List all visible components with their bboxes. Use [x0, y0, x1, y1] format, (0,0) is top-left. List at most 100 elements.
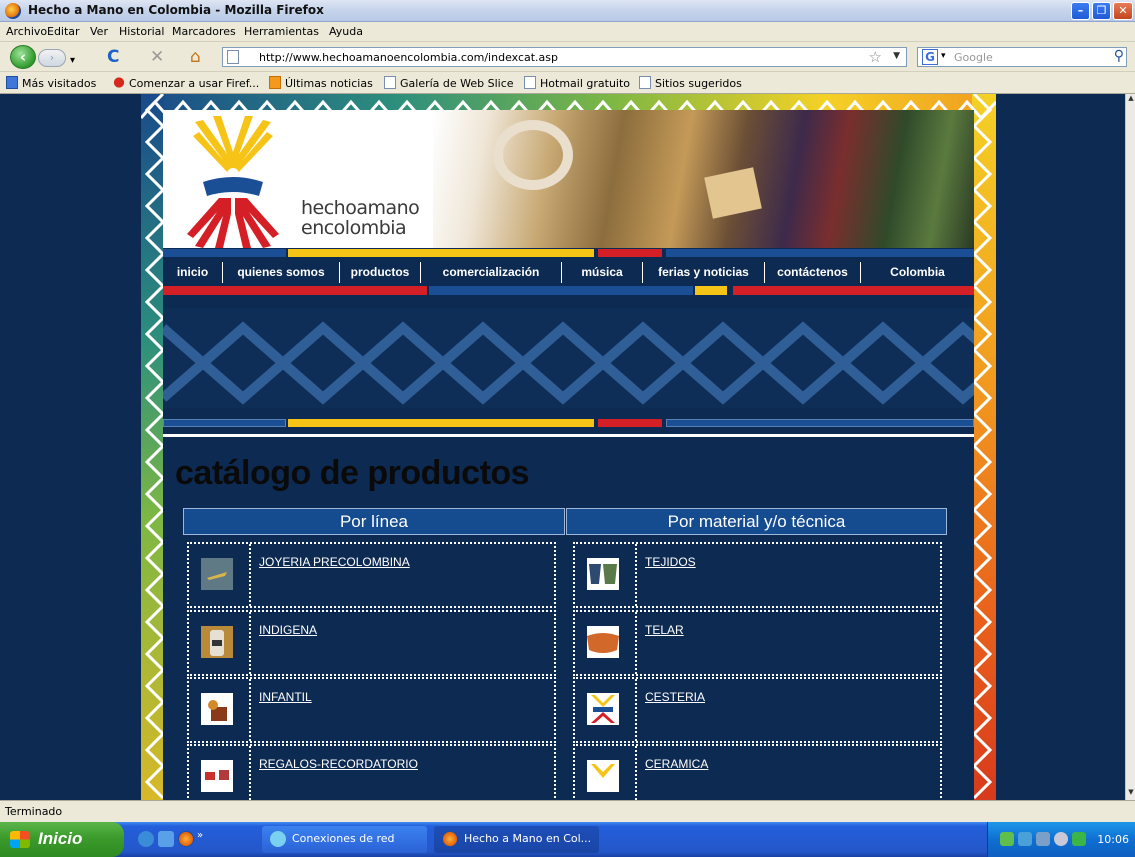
- nav-comercializacion[interactable]: comercialización: [421, 262, 562, 283]
- nav-quienes-somos[interactable]: quienes somos: [223, 262, 340, 283]
- rss-icon: [269, 76, 281, 89]
- textiles-thumbnail[interactable]: [587, 558, 619, 590]
- nav-ferias-noticias[interactable]: ferias y noticias: [643, 262, 765, 283]
- tray-icon-display[interactable]: [1036, 832, 1050, 846]
- catalog-item-telar[interactable]: TELAR: [573, 610, 942, 676]
- bookmark-star-icon[interactable]: ☆: [869, 48, 882, 66]
- bookmark-ultimas-noticias[interactable]: Últimas noticias: [269, 76, 373, 90]
- search-engine-icon[interactable]: G: [922, 49, 938, 65]
- tray-icon-network[interactable]: [1000, 832, 1014, 846]
- vertical-scrollbar[interactable]: ▲ ▼: [1125, 94, 1135, 800]
- tray-icon-monitor[interactable]: [1018, 832, 1032, 846]
- minimize-button[interactable]: –: [1071, 2, 1090, 20]
- bookmark-comenzar[interactable]: Comenzar a usar Firef...: [113, 76, 259, 90]
- bookmarks-toolbar: Más visitados Comenzar a usar Firef... Ú…: [0, 72, 1135, 94]
- address-url[interactable]: http://www.hechoamanoencolombia.com/inde…: [259, 51, 558, 64]
- flag-strip-red: [598, 249, 662, 257]
- thumb-frame: [189, 544, 251, 606]
- nav-colombia[interactable]: Colombia: [861, 262, 974, 283]
- history-dropdown-icon[interactable]: ▾: [70, 52, 75, 70]
- catalog-item-infantil[interactable]: INFANTIL: [187, 677, 556, 743]
- system-tray: 10:06: [987, 822, 1135, 857]
- scroll-up-arrow-icon[interactable]: ▲: [1126, 94, 1135, 104]
- flag-strip-yellow-bottom: [288, 419, 594, 427]
- nav-inicio[interactable]: inicio: [163, 262, 223, 283]
- menu-ayuda[interactable]: Ayuda: [329, 25, 363, 38]
- menu-ver[interactable]: Ver: [90, 25, 108, 38]
- tray-icon-update[interactable]: [1072, 832, 1086, 846]
- restore-button[interactable]: ❐: [1092, 2, 1111, 20]
- tray-icon-security[interactable]: [1054, 832, 1068, 846]
- task-conexiones-de-red[interactable]: Conexiones de red: [262, 826, 427, 853]
- menu-herramientas[interactable]: Herramientas: [244, 25, 319, 38]
- indigenous-thumbnail[interactable]: [201, 626, 233, 658]
- flag-strip-blue-bottom-2: [666, 419, 974, 427]
- scroll-down-arrow-icon[interactable]: ▼: [1126, 788, 1135, 800]
- close-button[interactable]: ✕: [1113, 2, 1133, 20]
- flag-strip-blue-2: [666, 249, 974, 257]
- menu-archivo[interactable]: Archivo: [6, 25, 47, 38]
- pottery-shape: [493, 120, 573, 190]
- task-hecho-a-mano[interactable]: Hecho a Mano en Col...: [434, 826, 599, 853]
- catalog-item-tejidos[interactable]: TEJIDOS: [573, 542, 942, 608]
- firefox-icon: [5, 3, 21, 19]
- toy-thumbnail[interactable]: [201, 693, 233, 725]
- catalog-item-cesteria[interactable]: CESTERIA: [573, 677, 942, 743]
- jewelry-thumbnail[interactable]: [201, 558, 233, 590]
- nav-contactenos[interactable]: contáctenos: [765, 262, 861, 283]
- bookmark-mas-visitados[interactable]: Más visitados: [6, 76, 96, 90]
- catalog-header-por-linea: Por línea: [183, 508, 565, 535]
- start-button[interactable]: Inicio: [0, 822, 124, 857]
- link-infantil[interactable]: INFANTIL: [259, 690, 312, 704]
- firefox-bookmark-icon: [113, 76, 125, 89]
- search-placeholder[interactable]: Google: [954, 51, 993, 64]
- link-indigena[interactable]: INDIGENA: [259, 623, 317, 637]
- menu-marcadores[interactable]: Marcadores: [172, 25, 236, 38]
- link-ceramica[interactable]: CERAMICA: [645, 757, 708, 771]
- nav-productos[interactable]: productos: [340, 262, 421, 283]
- basketry-thumbnail[interactable]: [587, 693, 619, 725]
- flag-strip-red-lower: [163, 286, 427, 295]
- catalog-item-indigena[interactable]: INDIGENA: [187, 610, 556, 676]
- loom-thumbnail[interactable]: [587, 626, 619, 658]
- search-engine-dropdown-icon[interactable]: ▾: [941, 51, 946, 61]
- ie-quicklaunch-icon[interactable]: [138, 831, 154, 847]
- search-icon[interactable]: ⚲: [1114, 48, 1124, 64]
- link-cesteria[interactable]: CESTERIA: [645, 690, 705, 704]
- forward-button[interactable]: ›: [38, 49, 66, 67]
- stop-icon[interactable]: ✕: [150, 48, 164, 66]
- menu-historial[interactable]: Historial: [119, 25, 164, 38]
- link-regalos-recordatorio[interactable]: REGALOS-RECORDATORIO: [259, 757, 418, 771]
- bookmark-sitios-sugeridos[interactable]: Sitios sugeridos: [639, 76, 742, 90]
- flag-strip-blue-lower: [429, 286, 693, 295]
- search-box[interactable]: G ▾ Google ⚲: [917, 47, 1127, 67]
- firefox-quicklaunch-icon[interactable]: [178, 831, 194, 847]
- menu-editar[interactable]: Editar: [47, 25, 80, 38]
- gifts-thumbnail[interactable]: [201, 760, 233, 792]
- link-tejidos[interactable]: TEJIDOS: [645, 555, 696, 569]
- bookmark-galeria-web-slice[interactable]: Galería de Web Slice: [384, 76, 514, 90]
- link-joyeria-precolombina[interactable]: JOYERIA PRECOLOMBINA: [259, 555, 410, 569]
- link-telar[interactable]: TELAR: [645, 623, 684, 637]
- bookmark-hotmail[interactable]: Hotmail gratuito: [524, 76, 630, 90]
- catalog-item-joyeria[interactable]: JOYERIA PRECOLOMBINA: [187, 542, 556, 608]
- nav-musica[interactable]: música: [562, 262, 643, 283]
- reload-icon[interactable]: C: [107, 48, 119, 66]
- catalog-item-regalos[interactable]: REGALOS-RECORDATORIO: [187, 744, 556, 800]
- thumb-frame: [575, 544, 637, 606]
- back-button[interactable]: ‹: [10, 45, 36, 69]
- address-dropdown-icon[interactable]: ▼: [893, 51, 900, 61]
- navigation-toolbar: ‹ › ▾ C ✕ ⌂ http://www.hechoamanoencolom…: [0, 42, 1135, 72]
- firefox-task-icon: [442, 831, 458, 847]
- address-bar[interactable]: http://www.hechoamanoencolombia.com/inde…: [222, 47, 907, 67]
- home-icon[interactable]: ⌂: [190, 48, 201, 66]
- thumb-frame: [189, 746, 251, 800]
- catalog-item-ceramica[interactable]: CERAMICA: [573, 744, 942, 800]
- thumb-frame: [189, 679, 251, 741]
- flag-strip-yellow-lower: [695, 286, 727, 295]
- desktop-quicklaunch-icon[interactable]: [158, 831, 174, 847]
- catalog-header-por-material: Por material y/o técnica: [566, 508, 947, 535]
- quicklaunch-more-icon[interactable]: »: [197, 830, 209, 846]
- ceramics-thumbnail[interactable]: [587, 760, 619, 792]
- diamond-pattern-banner: [163, 308, 974, 408]
